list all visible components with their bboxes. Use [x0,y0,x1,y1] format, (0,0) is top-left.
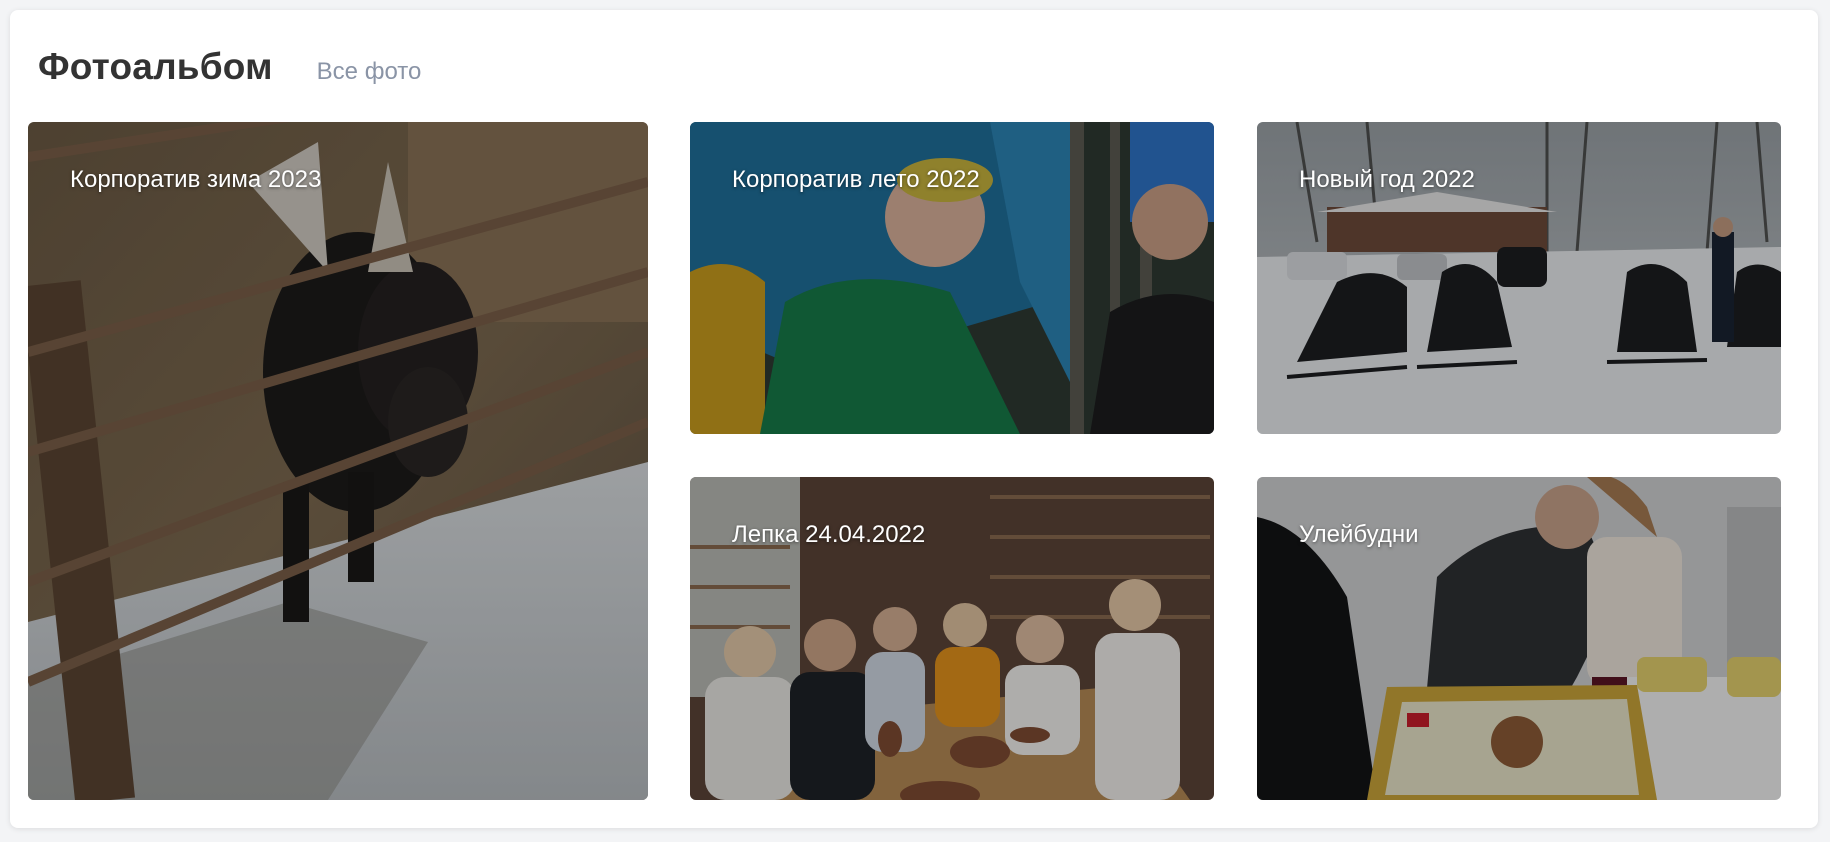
album-title: Корпоратив лето 2022 [732,166,980,193]
album-tile[interactable]: Корпоратив лето 2022 [690,122,1214,434]
album-tile[interactable]: Лепка 24.04.2022 [690,477,1214,800]
album-tile[interactable]: Новый год 2022 [1257,122,1781,434]
album-title: Новый год 2022 [1299,166,1475,193]
album-tile[interactable]: Улейбудни [1257,477,1781,800]
album-title: Корпоратив зима 2023 [70,166,322,193]
album-title: Лепка 24.04.2022 [732,521,926,548]
album-title: Улейбудни [1299,521,1419,548]
all-photos-link[interactable]: Все фото [317,58,422,86]
album-tile[interactable]: Корпоратив зима 2023 [28,122,648,800]
widget-header: Фотоальбом Все фото [38,46,421,88]
widget-title: Фотоальбом [38,46,273,87]
